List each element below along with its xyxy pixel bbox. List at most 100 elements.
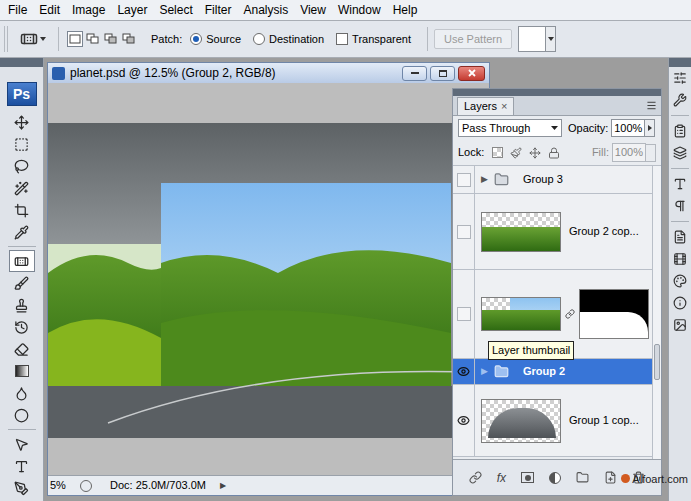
tool-button[interactable] — [9, 177, 35, 199]
layer-name[interactable]: Group 1 cop... — [569, 412, 639, 429]
dock-button[interactable] — [670, 270, 690, 292]
panel-menu-icon[interactable] — [646, 100, 657, 111]
menu-item[interactable]: Layer — [111, 1, 153, 19]
tool-button[interactable] — [9, 338, 35, 360]
layer-mask-thumbnail[interactable] — [579, 289, 649, 339]
tool-button[interactable] — [9, 199, 35, 221]
dock-button[interactable] — [670, 292, 690, 314]
status-menu-arrow[interactable]: ▶ — [220, 480, 226, 492]
tab-close-button[interactable]: × — [501, 98, 507, 115]
layer-row[interactable]: ▶ Group 2 — [453, 359, 652, 385]
eye-icon[interactable] — [457, 414, 470, 427]
add-mask-icon[interactable] — [521, 472, 534, 483]
layer-name[interactable]: Group 2 cop... — [569, 223, 639, 240]
visibility-toggle[interactable] — [453, 385, 475, 456]
layer-row[interactable]: Group 2 cop... — [453, 194, 652, 270]
new-layer-icon[interactable] — [604, 471, 617, 484]
dock-button[interactable] — [670, 142, 690, 164]
adjustment-layer-icon[interactable] — [549, 472, 561, 484]
layer-row[interactable]: ▶ Group 3 — [453, 166, 652, 194]
lock-pixels-icon[interactable] — [510, 147, 522, 159]
status-icon[interactable] — [80, 480, 92, 492]
restore-button[interactable] — [430, 66, 455, 81]
selection-mode-button[interactable] — [103, 31, 119, 47]
lock-transparency-icon[interactable] — [492, 147, 503, 158]
tool-button[interactable] — [9, 382, 35, 404]
link-layers-icon[interactable] — [469, 471, 482, 484]
tool-button[interactable] — [9, 360, 35, 382]
pattern-picker[interactable] — [518, 26, 556, 52]
layer-thumbnail[interactable] — [481, 399, 561, 443]
visibility-toggle[interactable] — [453, 270, 475, 358]
canvas-image[interactable] — [48, 123, 489, 438]
slider-arrow-icon[interactable] — [648, 125, 652, 131]
tool-button[interactable] — [9, 455, 35, 477]
visibility-toggle[interactable] — [453, 166, 475, 193]
layers-tab[interactable]: Layers× — [457, 97, 514, 115]
patch-mode-radio[interactable]: Destination — [253, 31, 324, 48]
tool-button[interactable] — [9, 477, 35, 499]
tool-button[interactable] — [9, 155, 35, 177]
tool-button[interactable] — [9, 272, 35, 294]
dock-button[interactable] — [670, 173, 690, 195]
expand-arrow[interactable]: ▶ — [481, 365, 488, 379]
tool-button[interactable] — [9, 111, 35, 133]
tool-button[interactable] — [9, 133, 35, 155]
menu-item[interactable]: Image — [66, 1, 111, 19]
tools-panel: Ps — [0, 58, 44, 501]
fill-field[interactable]: 100% — [612, 143, 646, 162]
chain-icon[interactable] — [565, 309, 575, 319]
dock-icon — [673, 177, 687, 191]
tool-button[interactable] — [9, 294, 35, 316]
dock-button[interactable] — [670, 67, 690, 89]
selection-mode-button[interactable] — [67, 31, 83, 47]
patch-mode-radio[interactable]: Source — [190, 31, 241, 48]
dock-button[interactable] — [670, 226, 690, 248]
use-pattern-button[interactable]: Use Pattern — [434, 29, 512, 49]
tool-preset-picker[interactable] — [20, 30, 46, 48]
new-group-icon[interactable] — [576, 471, 589, 484]
document-title-bar[interactable]: planet.psd @ 12.5% (Group 2, RGB/8) — [48, 63, 489, 83]
opacity-field[interactable]: 100% — [611, 119, 645, 138]
lock-all-icon[interactable] — [548, 147, 560, 159]
selection-mode-button[interactable] — [121, 31, 137, 47]
dock-button[interactable] — [670, 89, 690, 111]
tool-button[interactable] — [9, 316, 35, 338]
layer-thumbnail[interactable] — [481, 297, 561, 331]
document-window[interactable]: planet.psd @ 12.5% (Group 2, RGB/8)5%Doc… — [47, 62, 490, 496]
layer-thumbnail[interactable] — [481, 212, 561, 252]
tool-button[interactable] — [9, 250, 35, 272]
layer-name[interactable]: Group 3 — [523, 171, 563, 188]
transparent-checkbox[interactable]: Transparent — [336, 31, 411, 48]
canvas-area[interactable] — [48, 83, 489, 475]
visibility-toggle[interactable] — [453, 359, 475, 384]
visibility-toggle[interactable] — [453, 194, 475, 269]
layers-scrollbar[interactable] — [652, 166, 661, 459]
blend-mode-select[interactable]: Pass Through — [458, 119, 562, 138]
menu-item[interactable]: Edit — [33, 1, 66, 19]
menu-item[interactable]: Window — [332, 1, 387, 19]
expand-arrow[interactable]: ▶ — [481, 173, 488, 187]
menu-item[interactable]: File — [2, 1, 33, 19]
dock-button[interactable] — [670, 195, 690, 217]
dock-button[interactable] — [670, 248, 690, 270]
menu-item[interactable]: Filter — [199, 1, 238, 19]
layer-style-button[interactable]: fx — [497, 469, 506, 487]
menu-item[interactable]: View — [294, 1, 332, 19]
lock-position-icon[interactable] — [529, 147, 541, 159]
layer-row[interactable]: Group 1 cop... — [453, 385, 652, 457]
close-button[interactable] — [458, 66, 485, 81]
dock-button[interactable] — [670, 314, 690, 336]
dock-button[interactable] — [670, 120, 690, 142]
menu-item[interactable]: Select — [153, 1, 198, 19]
zoom-field[interactable]: 5% — [48, 477, 76, 494]
tool-button[interactable] — [9, 433, 35, 455]
menu-item[interactable]: Help — [387, 1, 424, 19]
layer-name[interactable]: Group 2 — [523, 363, 565, 380]
eye-icon[interactable] — [457, 365, 470, 378]
menu-item[interactable]: Analysis — [237, 1, 294, 19]
selection-mode-button[interactable] — [85, 31, 101, 47]
tool-button[interactable] — [9, 221, 35, 243]
tool-button[interactable] — [9, 404, 35, 426]
minimize-button[interactable] — [402, 66, 427, 81]
